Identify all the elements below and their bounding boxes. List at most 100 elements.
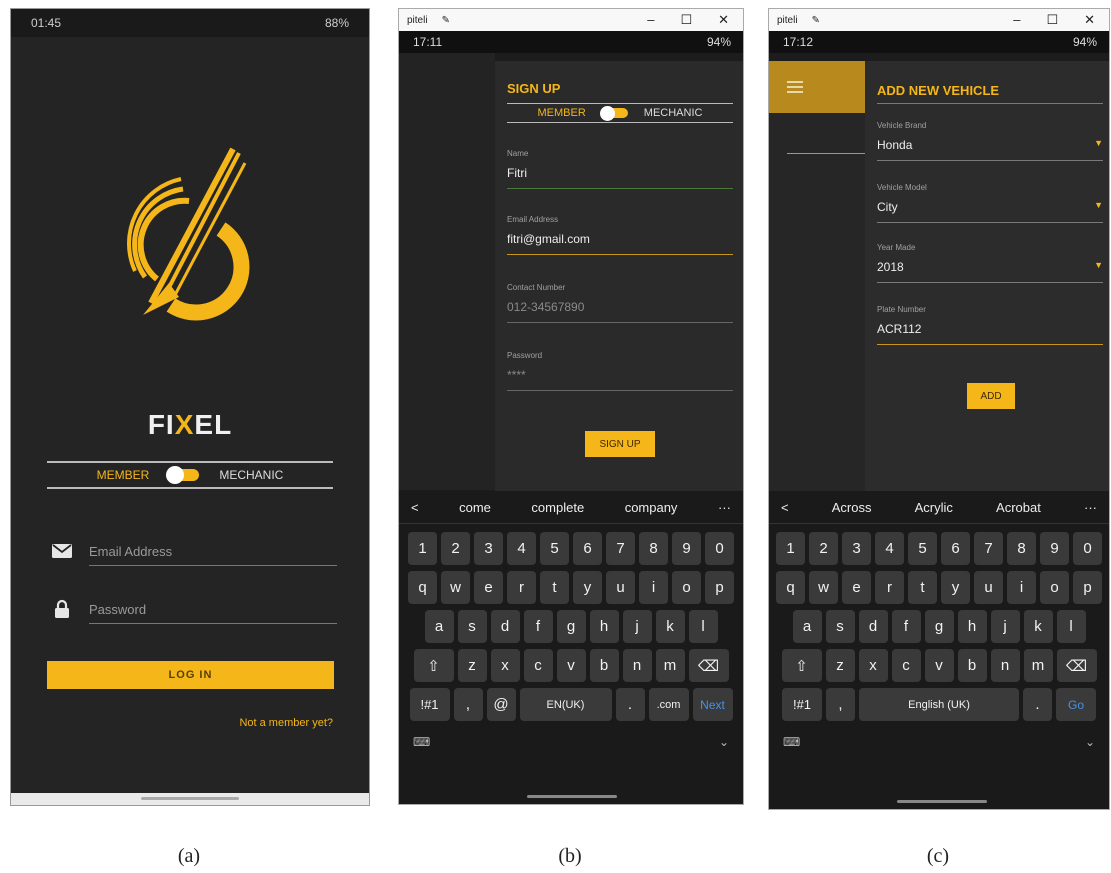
comma-key[interactable]: , — [826, 688, 855, 721]
home-handle[interactable] — [141, 797, 239, 800]
key[interactable]: u — [606, 571, 635, 604]
key[interactable]: w — [809, 571, 838, 604]
key[interactable]: q — [776, 571, 805, 604]
space-key[interactable]: English (UK) — [859, 688, 1019, 721]
key[interactable]: a — [424, 610, 454, 643]
more-suggestions-button[interactable]: ··· — [1084, 500, 1097, 515]
at-key[interactable]: @ — [486, 688, 516, 721]
signup-button[interactable]: SIGN UP — [585, 431, 655, 457]
key[interactable]: f — [523, 610, 553, 643]
email-input[interactable]: Email Address — [89, 536, 337, 566]
password-field[interactable]: Password **** — [507, 351, 733, 391]
key[interactable]: k — [1023, 610, 1053, 643]
key[interactable]: z — [825, 649, 855, 682]
keyboard-back-button[interactable]: < — [781, 500, 789, 515]
key[interactable]: t — [908, 571, 937, 604]
key[interactable]: y — [941, 571, 970, 604]
name-input[interactable]: Fitri — [507, 166, 733, 188]
key[interactable]: i — [639, 571, 668, 604]
maximize-button[interactable]: ☐ — [1046, 12, 1058, 28]
year-made-select[interactable]: Year Made 2018 ▼ — [877, 243, 1103, 283]
space-key[interactable]: EN(UK) — [519, 688, 612, 721]
keyboard-back-button[interactable]: < — [411, 500, 419, 515]
key[interactable]: v — [924, 649, 954, 682]
chevron-down-icon[interactable]: ⌄ — [719, 735, 729, 749]
dropdown-arrow-icon[interactable]: ▼ — [1094, 200, 1103, 214]
minimize-button[interactable]: – — [1013, 12, 1020, 28]
key[interactable]: t — [540, 571, 569, 604]
dropdown-arrow-icon[interactable]: ▼ — [1094, 260, 1103, 274]
key[interactable]: y — [573, 571, 602, 604]
close-button[interactable]: ✕ — [718, 12, 729, 28]
home-handle[interactable] — [527, 795, 617, 798]
key[interactable]: v — [556, 649, 586, 682]
key[interactable]: p — [1073, 571, 1102, 604]
key[interactable]: d — [858, 610, 888, 643]
dotcom-key[interactable]: .com — [648, 688, 689, 721]
key[interactable]: c — [891, 649, 921, 682]
key[interactable]: 9 — [1040, 532, 1069, 565]
period-key[interactable]: . — [615, 688, 645, 721]
key[interactable]: g — [924, 610, 954, 643]
plate-number-field[interactable]: Plate Number ACR112 — [877, 305, 1103, 345]
suggestion-item[interactable]: Across — [832, 500, 872, 515]
key[interactable]: 9 — [672, 532, 701, 565]
key[interactable]: h — [589, 610, 619, 643]
key[interactable]: 2 — [809, 532, 838, 565]
key[interactable]: o — [672, 571, 701, 604]
key[interactable]: 3 — [474, 532, 503, 565]
suggestion-item[interactable]: company — [625, 500, 678, 515]
minimize-button[interactable]: – — [647, 12, 654, 28]
key[interactable]: 7 — [974, 532, 1003, 565]
key[interactable]: i — [1007, 571, 1036, 604]
key[interactable]: s — [825, 610, 855, 643]
go-key[interactable]: Go — [1056, 688, 1096, 721]
menu-icon[interactable] — [787, 81, 803, 93]
add-button[interactable]: ADD — [967, 383, 1015, 409]
suggestion-item[interactable]: Acrobat — [996, 500, 1041, 515]
key[interactable]: f — [891, 610, 921, 643]
key[interactable]: j — [622, 610, 652, 643]
role-toggle[interactable]: MEMBER MECHANIC — [47, 461, 333, 489]
role-toggle[interactable]: MEMBER MECHANIC — [507, 103, 733, 123]
role-switch[interactable] — [599, 105, 628, 121]
symbols-key[interactable]: !#1 — [782, 688, 822, 721]
pin-icon[interactable]: ✎ — [442, 15, 450, 26]
key[interactable]: 0 — [1073, 532, 1102, 565]
key[interactable]: 5 — [540, 532, 569, 565]
suggestion-item[interactable]: come — [459, 500, 491, 515]
key[interactable]: 3 — [842, 532, 871, 565]
key[interactable]: j — [990, 610, 1020, 643]
key[interactable]: w — [441, 571, 470, 604]
key[interactable]: 4 — [875, 532, 904, 565]
vehicle-brand-select[interactable]: Vehicle Brand Honda ▼ — [877, 121, 1103, 161]
key[interactable]: k — [655, 610, 685, 643]
key[interactable]: r — [875, 571, 904, 604]
vehicle-model-select[interactable]: Vehicle Model City ▼ — [877, 183, 1103, 223]
key[interactable]: p — [705, 571, 734, 604]
key[interactable]: c — [523, 649, 553, 682]
suggestion-item[interactable]: Acrylic — [915, 500, 953, 515]
key[interactable]: e — [842, 571, 871, 604]
close-button[interactable]: ✕ — [1084, 12, 1095, 28]
key[interactable]: d — [490, 610, 520, 643]
comma-key[interactable]: , — [453, 688, 483, 721]
period-key[interactable]: . — [1023, 688, 1052, 721]
maximize-button[interactable]: ☐ — [680, 12, 692, 28]
backspace-key[interactable]: ⌫ — [688, 649, 729, 682]
key[interactable]: 0 — [705, 532, 734, 565]
key[interactable]: 5 — [908, 532, 937, 565]
key[interactable]: 1 — [776, 532, 805, 565]
key[interactable]: r — [507, 571, 536, 604]
login-button[interactable]: LOG IN — [47, 661, 334, 689]
key[interactable]: a — [792, 610, 822, 643]
key[interactable]: q — [408, 571, 437, 604]
key[interactable]: u — [974, 571, 1003, 604]
key[interactable]: 4 — [507, 532, 536, 565]
next-key[interactable]: Next — [692, 688, 733, 721]
key[interactable]: x — [490, 649, 520, 682]
key[interactable]: s — [457, 610, 487, 643]
keyboard-icon[interactable]: ⌨ — [783, 735, 800, 749]
key[interactable]: b — [957, 649, 987, 682]
suggestion-item[interactable]: complete — [531, 500, 584, 515]
